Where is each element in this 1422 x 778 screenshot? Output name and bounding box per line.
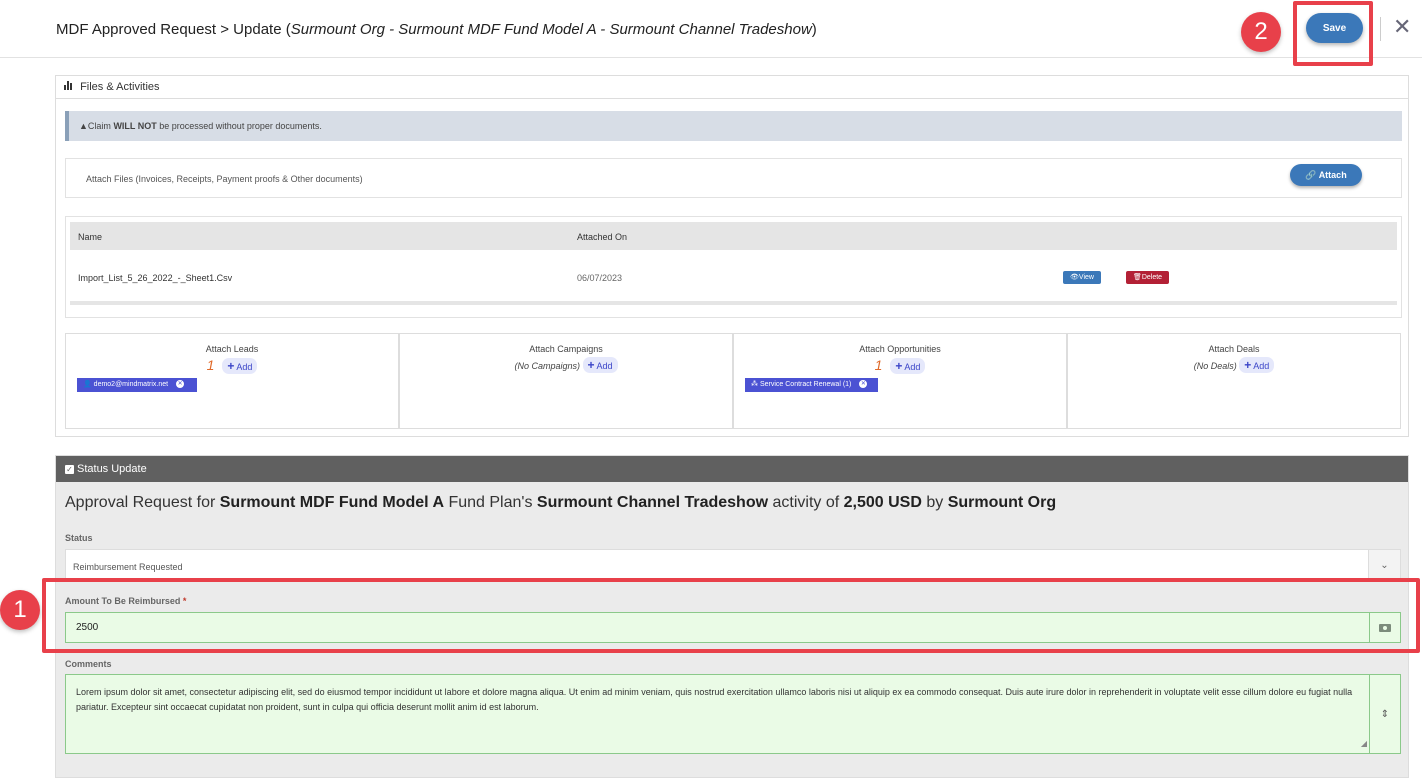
eye-icon: 👁: [1070, 274, 1079, 281]
add-campaign-button[interactable]: + Add: [582, 357, 618, 373]
view-file-button[interactable]: 👁View: [1063, 271, 1101, 284]
attach-campaigns-section: Attach Campaigns (No Campaigns) + Add: [399, 333, 733, 429]
attach-opportunities-title: Attach Opportunities: [859, 344, 941, 354]
leads-count: 1: [206, 357, 215, 373]
file-name: Import_List_5_26_2022_-_Sheet1.Csv: [78, 273, 233, 283]
attach-button[interactable]: 🔗 Attach: [1290, 164, 1362, 186]
no-deals-text: (No Deals): [1193, 361, 1237, 371]
annotation-badge-1: 1: [0, 590, 40, 630]
close-icon[interactable]: ✕: [1393, 14, 1411, 40]
attach-files-row: Attach Files (Invoices, Receipts, Paymen…: [65, 158, 1402, 198]
delete-file-button[interactable]: 🗑Delete: [1126, 271, 1169, 284]
comments-label: Comments: [65, 659, 112, 669]
modal-header: MDF Approved Request > Update (Surmount …: [0, 0, 1422, 58]
remove-chip-icon[interactable]: ✕: [859, 380, 868, 389]
opportunity-chip[interactable]: ⁂ Service Contract Renewal (1) ✕: [745, 378, 878, 392]
approval-summary: Approval Request for Surmount MDF Fund M…: [65, 494, 1057, 511]
trash-icon: 🗑: [1132, 274, 1142, 281]
table-footer: [70, 301, 1397, 305]
column-header-attached-on[interactable]: Attached On: [577, 232, 627, 242]
plus-icon: +: [587, 358, 595, 372]
table-header: Name Attached On: [70, 222, 1397, 250]
opportunities-count: 1: [874, 357, 883, 373]
add-opportunity-button[interactable]: + Add: [890, 358, 926, 374]
attach-campaigns-title: Attach Campaigns: [529, 344, 603, 354]
save-highlight-box: [1293, 1, 1373, 66]
attach-leads-title: Attach Leads: [205, 344, 259, 354]
plus-icon: +: [1244, 358, 1252, 372]
add-deal-button[interactable]: + Add: [1239, 357, 1275, 373]
remove-chip-icon[interactable]: ✕: [176, 380, 185, 389]
comments-textarea[interactable]: Lorem ipsum dolor sit amet, consectetur …: [65, 674, 1370, 754]
plus-icon: +: [227, 359, 235, 373]
header-divider: [1380, 17, 1381, 41]
resize-grip-icon[interactable]: ◢: [1361, 736, 1367, 751]
annotation-badge-2: 2: [1241, 12, 1281, 52]
files-activities-panel: Files & Activities ▲Claim WILL NOT be pr…: [55, 75, 1409, 437]
files-table: Name Attached On Import_List_5_26_2022_-…: [65, 216, 1402, 318]
expand-comments-button[interactable]: ⇕: [1369, 674, 1401, 754]
lead-chip[interactable]: 👤 demo2@mindmatrix.net ✕: [77, 378, 197, 392]
plus-icon: +: [895, 359, 903, 373]
status-label: Status: [65, 533, 93, 543]
attach-deals-title: Attach Deals: [1208, 344, 1260, 354]
no-campaigns-text: (No Campaigns): [514, 361, 580, 371]
compress-icon: ⇕: [1380, 709, 1390, 720]
amount-highlight-box: [42, 578, 1420, 653]
chevron-down-icon[interactable]: ⌄: [1368, 550, 1400, 581]
attach-sections: Attach Leads 1 + Add 👤 demo2@mindmatrix.n…: [65, 333, 1401, 429]
user-icon: 👤: [83, 381, 92, 388]
documents-alert: ▲Claim WILL NOT be processed without pro…: [65, 111, 1402, 141]
warning-icon: ▲: [79, 121, 88, 131]
column-header-name[interactable]: Name: [78, 232, 102, 242]
checkbox-icon: ✓: [65, 465, 74, 474]
table-row: Import_List_5_26_2022_-_Sheet1.Csv 06/07…: [70, 257, 1397, 299]
bar-chart-icon: [64, 81, 75, 90]
page-title: MDF Approved Request > Update (Surmount …: [56, 21, 817, 38]
attach-deals-section: Attach Deals (No Deals) + Add: [1067, 333, 1401, 429]
file-attached-on: 06/07/2023: [577, 273, 623, 283]
attach-files-label: Attach Files (Invoices, Receipts, Paymen…: [86, 174, 363, 184]
files-panel-header: Files & Activities: [56, 76, 1408, 99]
attach-opportunities-section: Attach Opportunities 1 + Add ⁂ Service Co…: [733, 333, 1067, 429]
add-lead-button[interactable]: + Add: [222, 358, 258, 374]
attach-leads-section: Attach Leads 1 + Add 👤 demo2@mindmatrix.n…: [65, 333, 399, 429]
paperclip-icon: 🔗: [1305, 170, 1317, 180]
sitemap-icon: ⁂: [751, 381, 758, 388]
status-panel-header: ✓ Status Update: [56, 456, 1408, 482]
